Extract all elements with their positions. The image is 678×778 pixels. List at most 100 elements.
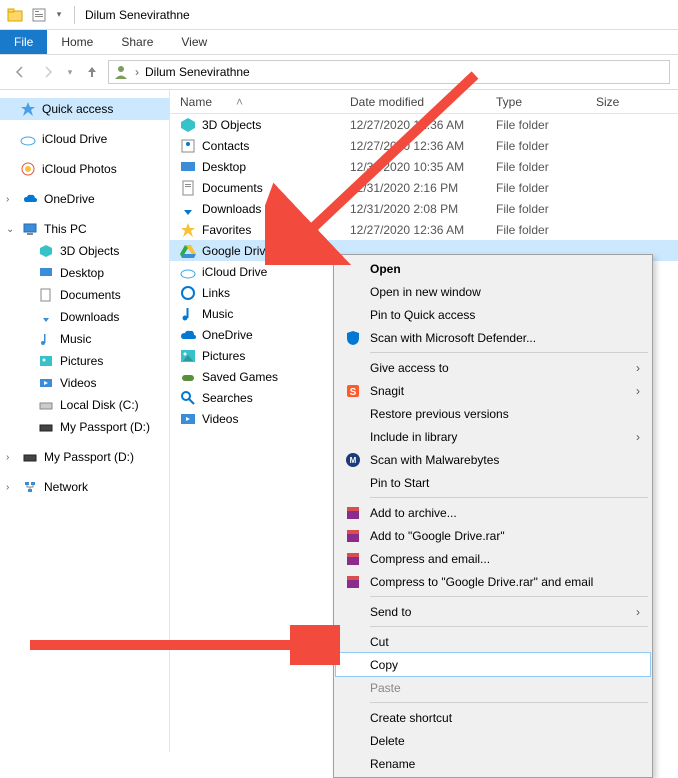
sidebar-my-passport-2[interactable]: ›My Passport (D:): [0, 446, 169, 468]
sidebar-documents[interactable]: Documents: [0, 284, 169, 306]
file-type: File folder: [496, 160, 596, 174]
ctx-send-to[interactable]: Send to›: [336, 600, 650, 623]
file-icon: [180, 306, 196, 322]
ctx-paste[interactable]: Paste: [336, 676, 650, 699]
ctx-add-archive[interactable]: Add to archive...: [336, 501, 650, 524]
forward-button[interactable]: [36, 60, 60, 84]
title-bar: ▾ Dilum Senevirathne: [0, 0, 678, 30]
file-row[interactable]: 3D Objects12/27/2020 12:36 AMFile folder: [170, 114, 678, 135]
ctx-malwarebytes[interactable]: MScan with Malwarebytes: [336, 448, 650, 471]
tab-view[interactable]: View: [167, 30, 221, 54]
file-row[interactable]: Documents12/31/2020 2:16 PMFile folder: [170, 177, 678, 198]
quick-access-toolbar: ▾: [4, 4, 66, 26]
ctx-create-shortcut[interactable]: Create shortcut: [336, 706, 650, 729]
file-name: Pictures: [202, 349, 245, 363]
documents-icon: [38, 287, 54, 303]
ctx-defender[interactable]: Scan with Microsoft Defender...: [336, 326, 650, 349]
ctx-open-new-window[interactable]: Open in new window: [336, 280, 650, 303]
qat-dropdown-icon[interactable]: ▾: [52, 4, 66, 26]
tab-file[interactable]: File: [0, 30, 47, 54]
file-icon: [180, 411, 196, 427]
sidebar-icloud-drive[interactable]: iCloud Drive: [0, 128, 169, 150]
ctx-include-library[interactable]: Include in library›: [336, 425, 650, 448]
file-row[interactable]: Contacts12/27/2020 12:36 AMFile folder: [170, 135, 678, 156]
sidebar-music[interactable]: Music: [0, 328, 169, 350]
chevron-right-icon: ›: [636, 384, 640, 398]
expand-icon[interactable]: ›: [6, 194, 16, 205]
file-date: 12/27/2020 12:36 AM: [350, 118, 496, 132]
ctx-pin-quick[interactable]: Pin to Quick access: [336, 303, 650, 326]
ctx-cut[interactable]: Cut: [336, 630, 650, 653]
sidebar-icloud-photos[interactable]: iCloud Photos: [0, 158, 169, 180]
recent-dropdown[interactable]: ▾: [64, 60, 76, 84]
column-type[interactable]: Type: [496, 95, 596, 109]
ctx-restore[interactable]: Restore previous versions: [336, 402, 650, 425]
tab-share[interactable]: Share: [107, 30, 167, 54]
ctx-compress-rar-email[interactable]: Compress to "Google Drive.rar" and email: [336, 570, 650, 593]
ctx-rename[interactable]: Rename: [336, 752, 650, 775]
sidebar-this-pc[interactable]: ⌄ This PC: [0, 218, 169, 240]
sidebar-quick-access[interactable]: Quick access: [0, 98, 169, 120]
column-name[interactable]: Name˄: [180, 95, 350, 109]
file-date: 12/31/2020 2:08 PM: [350, 202, 496, 216]
column-date[interactable]: Date modified: [350, 95, 496, 109]
ctx-add-rar[interactable]: Add to "Google Drive.rar": [336, 524, 650, 547]
address-bar[interactable]: › Dilum Senevirathne: [108, 60, 670, 84]
pc-icon: [22, 221, 38, 237]
sidebar-pictures[interactable]: Pictures: [0, 350, 169, 372]
expand-icon[interactable]: ›: [6, 482, 16, 493]
ctx-delete[interactable]: Delete: [336, 729, 650, 752]
file-row[interactable]: Downloads12/31/2020 2:08 PMFile folder: [170, 198, 678, 219]
properties-icon[interactable]: [28, 4, 50, 26]
file-icon: [180, 390, 196, 406]
ctx-give-access[interactable]: Give access to›: [336, 356, 650, 379]
expand-icon[interactable]: ›: [6, 452, 16, 463]
sidebar-downloads[interactable]: Downloads: [0, 306, 169, 328]
file-row[interactable]: Desktop 12/31/2020 10:35 AMFile folder: [170, 156, 678, 177]
ctx-snagit[interactable]: SSnagit›: [336, 379, 650, 402]
breadcrumb-name[interactable]: Dilum Senevirathne: [145, 65, 250, 79]
file-icon: [180, 138, 196, 154]
drive-icon: [22, 449, 38, 465]
sidebar-local-disk[interactable]: Local Disk (C:): [0, 394, 169, 416]
ctx-open[interactable]: Open: [336, 257, 650, 280]
user-icon: [113, 64, 129, 80]
sidebar-item-label: Pictures: [60, 354, 103, 368]
file-icon: [180, 327, 196, 343]
music-icon: [38, 331, 54, 347]
breadcrumb-chevron[interactable]: ›: [135, 65, 139, 79]
star-icon: [20, 101, 36, 117]
file-name: Desktop: [202, 160, 246, 174]
snagit-icon: S: [344, 382, 362, 400]
sidebar-videos[interactable]: Videos: [0, 372, 169, 394]
ctx-pin-start[interactable]: Pin to Start: [336, 471, 650, 494]
sidebar-item-label: Quick access: [42, 102, 113, 116]
sidebar-desktop[interactable]: Desktop: [0, 262, 169, 284]
sidebar-3d-objects[interactable]: 3D Objects: [0, 240, 169, 262]
drive-icon: [38, 419, 54, 435]
ctx-copy[interactable]: Copy: [336, 653, 650, 676]
folder-icon[interactable]: [4, 4, 26, 26]
sidebar-item-label: 3D Objects: [60, 244, 119, 258]
sidebar-item-label: Music: [60, 332, 91, 346]
back-button[interactable]: [8, 60, 32, 84]
sidebar-network[interactable]: ›Network: [0, 476, 169, 498]
file-icon: [180, 348, 196, 364]
column-size[interactable]: Size: [596, 95, 678, 109]
ctx-compress-email[interactable]: Compress and email...: [336, 547, 650, 570]
sidebar-my-passport[interactable]: My Passport (D:): [0, 416, 169, 438]
file-name: Saved Games: [202, 370, 278, 384]
svg-text:S: S: [350, 387, 357, 398]
tab-home[interactable]: Home: [47, 30, 107, 54]
file-icon: [180, 201, 196, 217]
file-row[interactable]: Favorites12/27/2020 12:36 AMFile folder: [170, 219, 678, 240]
up-button[interactable]: [80, 60, 104, 84]
sidebar-onedrive[interactable]: › OneDrive: [0, 188, 169, 210]
navigation-pane: Quick access iCloud Drive iCloud Photos …: [0, 90, 170, 752]
file-icon: [180, 117, 196, 133]
file-name: Links: [202, 286, 230, 300]
collapse-icon[interactable]: ⌄: [6, 224, 16, 235]
file-date: 12/31/2020 10:35 AM: [350, 160, 496, 174]
pictures-icon: [38, 353, 54, 369]
file-type: File folder: [496, 139, 596, 153]
